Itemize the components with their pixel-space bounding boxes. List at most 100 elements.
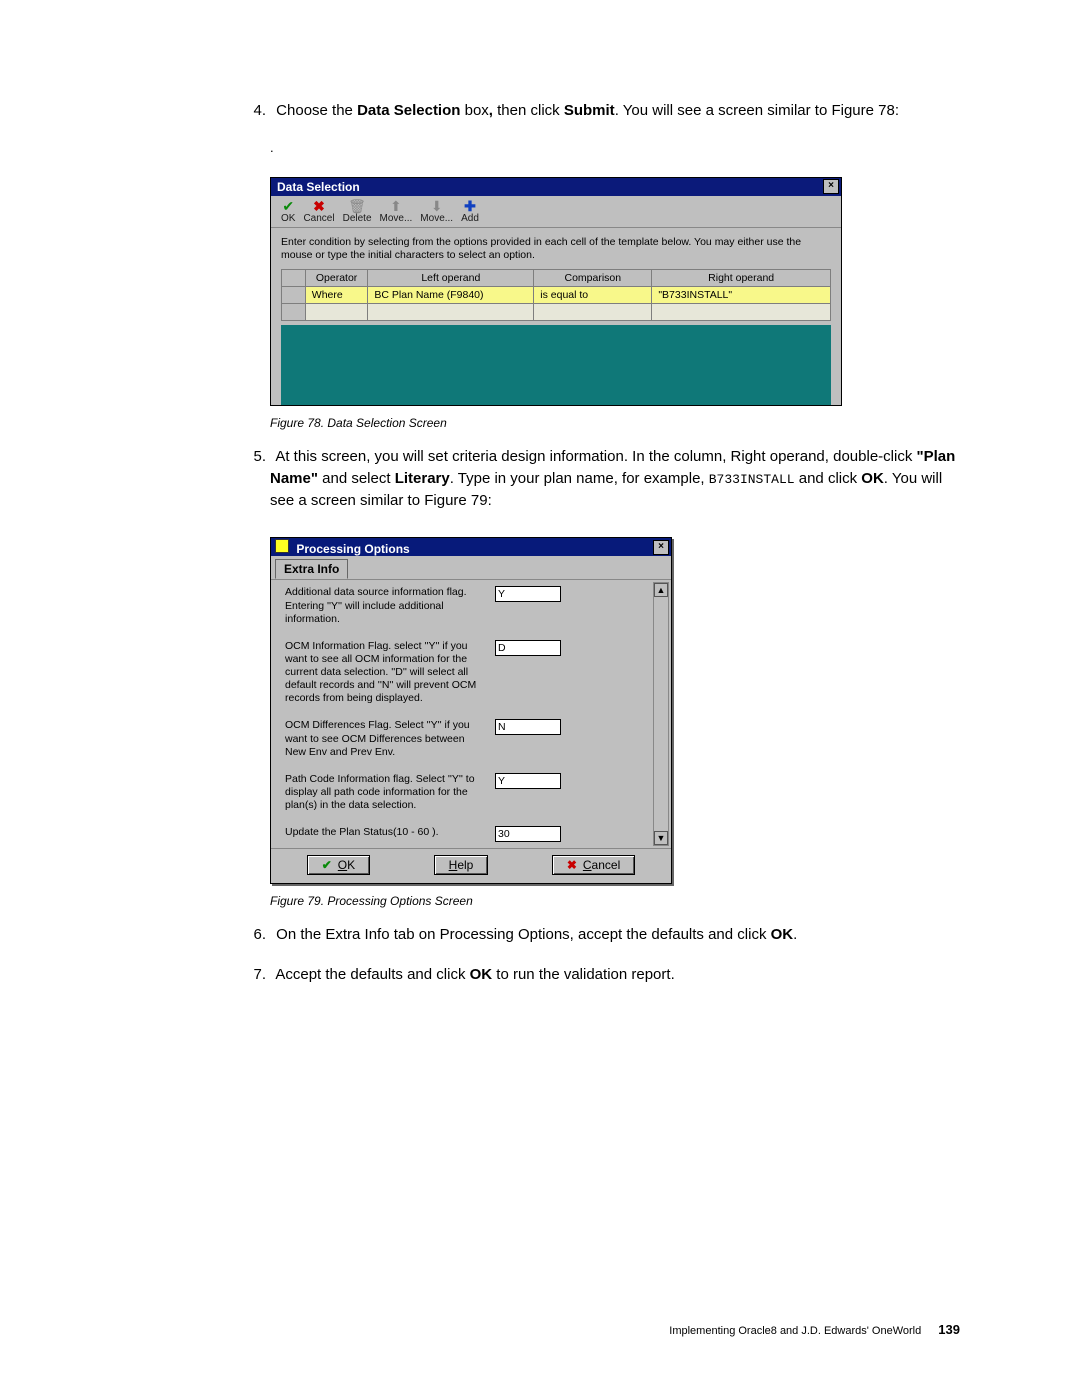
move-up-button[interactable]: ⬆ Move... [380,199,413,224]
ok-button[interactable]: ✔ OK [307,855,370,875]
step-5-num: 5. [244,446,272,468]
cell-left-operand[interactable]: BC Plan Name (F9840) [368,287,534,304]
option-desc-3: OCM Differences Flag. Select ''Y'' if yo… [285,719,485,758]
data-selection-instructions: Enter condition by selecting from the op… [281,234,831,269]
option-input-2[interactable] [495,640,561,656]
x-icon: ✖ [303,199,334,213]
option-row-2: OCM Information Flag. select ''Y'' if yo… [285,640,665,706]
step-4-num: 4. [244,100,272,122]
option-row-1: Additional data source information flag.… [285,586,665,625]
option-desc-5: Update the Plan Status(10 - 60 ). [285,826,485,839]
step-4: 4. Choose the Data Selection box, then c… [270,100,960,122]
processing-options-title: Processing Options [296,542,409,556]
step-7-a: Accept the defaults and click [275,966,469,983]
data-selection-window: Data Selection × ✔ OK ✖ Cancel 🗑 Delete … [270,177,842,406]
step-4-text-c: then click [493,102,564,119]
step-7: 7. Accept the defaults and click OK to r… [270,964,960,986]
cell-operator[interactable]: Where [305,287,368,304]
ok-label: OK [281,213,295,224]
move-down-label: Move... [420,213,453,224]
ok-rest: K [347,858,355,872]
step-5: 5. At this screen, you will set criteria… [270,446,960,511]
add-button[interactable]: ✚ Add [461,199,479,224]
step-5-c: . Type in your plan name, for example, [450,470,709,487]
processing-options-titlebar: Processing Options × [271,538,671,556]
row-header[interactable] [282,287,306,304]
cancel-button[interactable]: ✖ Cancel [303,199,334,224]
title-left: Processing Options [275,539,410,556]
window-icon [275,539,289,553]
option-row-4: Path Code Information flag. Select ''Y''… [285,773,665,812]
criteria-grid: Operator Left operand Comparison Right o… [281,269,831,321]
close-icon[interactable]: × [653,540,669,555]
delete-button[interactable]: 🗑 Delete [343,199,372,224]
grid-empty-row [282,304,831,321]
scrollbar[interactable]: ▲ ▼ [653,582,669,846]
tab-extra-info[interactable]: Extra Info [275,559,348,579]
arrow-up-icon: ⬆ [380,199,413,213]
help-hotkey: H [449,858,458,872]
option-input-4[interactable] [495,773,561,789]
page-number: 139 [938,1322,960,1337]
option-input-1[interactable] [495,586,561,602]
data-selection-toolbar: ✔ OK ✖ Cancel 🗑 Delete ⬆ Move... ⬇ Move.… [271,196,841,228]
step-5-b3: OK [861,470,884,487]
move-down-button[interactable]: ⬇ Move... [420,199,453,224]
processing-options-wrap: Processing Options × Extra Info Addition… [270,537,960,884]
footer-text: Implementing Oracle8 and J.D. Edwards' O… [669,1325,921,1337]
plus-icon: ✚ [461,199,479,213]
step-7-c: to run the validation report. [492,966,675,983]
option-row-3: OCM Differences Flag. Select ''Y'' if yo… [285,719,665,758]
step-6-c: . [793,926,797,943]
step-6-num: 6. [244,924,272,946]
step-7-num: 7. [244,964,272,986]
step-6: 6. On the Extra Info tab on Processing O… [270,924,960,946]
ok-button[interactable]: ✔ OK [281,199,295,224]
add-label: Add [461,213,479,224]
step-5-a: At this screen, you will set criteria de… [275,448,916,465]
close-icon[interactable]: × [823,179,839,194]
trash-icon: 🗑 [343,199,372,213]
cell-comparison[interactable]: is equal to [534,287,652,304]
lone-dot: . [270,140,960,155]
tab-row: Extra Info [271,556,671,580]
figure-79-caption: Figure 79. Processing Options Screen [270,894,960,908]
arrow-down-icon: ⬇ [420,199,453,213]
option-desc-1: Additional data source information flag.… [285,586,485,625]
button-bar: ✔ OK Help ✖ Cancel [271,848,671,883]
step-5-b: and select [318,470,395,487]
col-header-left-operand[interactable]: Left operand [368,270,534,287]
help-rest: elp [457,858,473,872]
page: 4. Choose the Data Selection box, then c… [0,0,1080,1397]
cancel-button[interactable]: ✖ Cancel [552,855,635,875]
grid-data-row: Where BC Plan Name (F9840) is equal to "… [282,287,831,304]
move-up-label: Move... [380,213,413,224]
cancel-hotkey: C [583,858,592,872]
step-6-a: On the Extra Info tab on Processing Opti… [276,926,770,943]
col-header-operator[interactable]: Operator [305,270,368,287]
col-header-right-operand[interactable]: Right operand [652,270,831,287]
help-button[interactable]: Help [434,855,489,875]
option-row-5: Update the Plan Status(10 - 60 ). [285,826,665,842]
step-4-text-d: . You will see a screen similar to Figur… [615,102,899,119]
option-input-5[interactable] [495,826,561,842]
col-header-comparison[interactable]: Comparison [534,270,652,287]
check-icon: ✔ [281,199,295,213]
cancel-label: Cancel [303,213,334,224]
processing-options-window: Processing Options × Extra Info Addition… [270,537,672,884]
option-desc-2: OCM Information Flag. select ''Y'' if yo… [285,640,485,706]
data-selection-canvas [281,325,831,405]
page-footer: Implementing Oracle8 and J.D. Edwards' O… [669,1322,960,1337]
data-selection-title: Data Selection [277,180,360,194]
scroll-down-icon[interactable]: ▼ [654,831,668,845]
cell-right-operand[interactable]: "B733INSTALL" [652,287,831,304]
processing-options-body: Additional data source information flag.… [271,580,671,848]
option-input-3[interactable] [495,719,561,735]
grid-header-row: Operator Left operand Comparison Right o… [282,270,831,287]
step-6-b: OK [771,926,794,943]
delete-label: Delete [343,213,372,224]
data-selection-body: Enter condition by selecting from the op… [271,228,841,405]
step-5-b2: Literary [395,470,450,487]
scroll-up-icon[interactable]: ▲ [654,583,668,597]
step-4-text-b: box [460,102,488,119]
